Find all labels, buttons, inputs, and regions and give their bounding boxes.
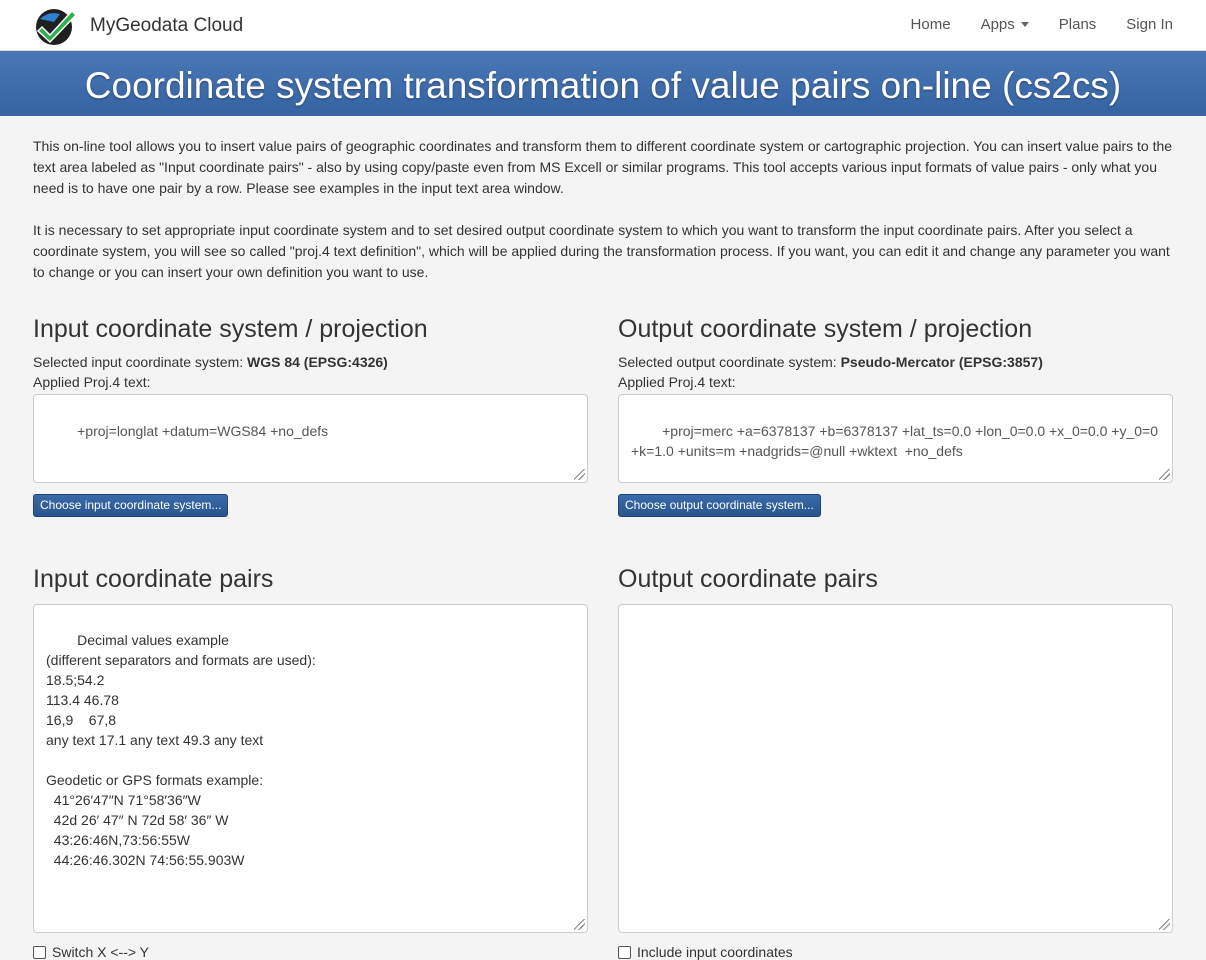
input-cs-selected-label: Selected input coordinate system: — [33, 354, 248, 370]
nav-home[interactable]: Home — [911, 16, 951, 33]
input-cs-selected-value: WGS 84 (EPSG:4326) — [247, 354, 388, 370]
input-proj4-textarea[interactable]: +proj=longlat +datum=WGS84 +no_defs — [33, 394, 588, 483]
include-input-checkbox[interactable] — [618, 945, 631, 959]
output-pairs-panel: Output coordinate pairs Include input co… — [618, 564, 1173, 960]
brand[interactable]: MyGeodata Cloud — [32, 5, 243, 47]
nav-plans-label: Plans — [1058, 16, 1097, 33]
nav-sign-in[interactable]: Sign In — [1126, 16, 1173, 33]
main-nav: Home Apps Plans Sign In — [881, 16, 1173, 33]
coordinate-system-row: Input coordinate system / projection Sel… — [33, 314, 1173, 517]
nav-apps-label: Apps — [980, 16, 1015, 33]
input-cs-title: Input coordinate system / projection — [33, 315, 428, 343]
brand-name: MyGeodata Cloud — [90, 15, 244, 36]
nav-apps-dropdown[interactable]: Apps — [981, 16, 1029, 33]
resize-handle-icon[interactable] — [1159, 469, 1170, 480]
input-applied-label: Applied Proj.4 text: — [33, 374, 151, 390]
resize-handle-icon[interactable] — [1159, 919, 1170, 930]
input-pairs-textarea[interactable]: Decimal values example (different separa… — [33, 604, 588, 933]
output-cs-panel: Output coordinate system / projection Se… — [618, 314, 1173, 517]
input-proj4-text: +proj=longlat +datum=WGS84 +no_defs — [77, 423, 329, 439]
nav-plans[interactable]: Plans — [1059, 16, 1097, 33]
switch-xy-checkbox[interactable] — [33, 945, 46, 959]
include-input-option[interactable]: Include input coordinates — [618, 944, 1173, 960]
input-cs-selected: Selected input coordinate system: WGS 84… — [33, 352, 588, 372]
output-cs-title: Output coordinate system / projection — [618, 315, 1033, 343]
switch-xy-option[interactable]: Switch X <--> Y — [33, 944, 588, 960]
caret-down-icon — [1020, 22, 1029, 27]
page-title: Coordinate system transformation of valu… — [84, 65, 1122, 106]
input-pairs-panel: Input coordinate pairs Decimal values ex… — [33, 564, 588, 960]
output-pairs-title: Output coordinate pairs — [618, 565, 878, 593]
output-cs-selected-value: Pseudo-Mercator (EPSG:3857) — [840, 354, 1043, 370]
output-pairs-textarea[interactable] — [618, 604, 1173, 933]
intro-text: This on-line tool allows you to insert v… — [33, 136, 1173, 283]
nav-sign-in-label: Sign In — [1126, 16, 1173, 33]
choose-input-cs-button[interactable]: Choose input coordinate system... — [33, 494, 229, 517]
input-cs-panel: Input coordinate system / projection Sel… — [33, 314, 588, 517]
input-pairs-title: Input coordinate pairs — [33, 565, 274, 593]
output-cs-selected-label: Selected output coordinate system: — [618, 354, 841, 370]
output-applied-label: Applied Proj.4 text: — [618, 374, 736, 390]
include-input-label: Include input coordinates — [637, 944, 793, 960]
nav-home-label: Home — [910, 16, 951, 33]
switch-xy-label: Switch X <--> Y — [52, 944, 150, 960]
resize-handle-icon[interactable] — [574, 919, 585, 930]
output-cs-selected: Selected output coordinate system: Pseud… — [618, 352, 1173, 372]
intro-paragraph-2: It is necessary to set appropriate input… — [33, 222, 1170, 280]
output-proj4-textarea[interactable]: +proj=merc +a=6378137 +b=6378137 +lat_ts… — [618, 394, 1173, 483]
intro-paragraph-1: This on-line tool allows you to insert v… — [33, 138, 1173, 196]
coordinate-pairs-row: Input coordinate pairs Decimal values ex… — [33, 564, 1173, 960]
top-navbar: MyGeodata Cloud Home Apps Plans Sign In — [0, 0, 1206, 51]
page-title-banner: Coordinate system transformation of valu… — [0, 51, 1206, 116]
mygeodata-logo-icon — [36, 9, 78, 45]
input-pairs-placeholder: Decimal values example (different separa… — [46, 632, 316, 868]
output-proj4-text: +proj=merc +a=6378137 +b=6378137 +lat_ts… — [631, 423, 1162, 459]
main-content: This on-line tool allows you to insert v… — [0, 136, 1206, 960]
resize-handle-icon[interactable] — [574, 469, 585, 480]
